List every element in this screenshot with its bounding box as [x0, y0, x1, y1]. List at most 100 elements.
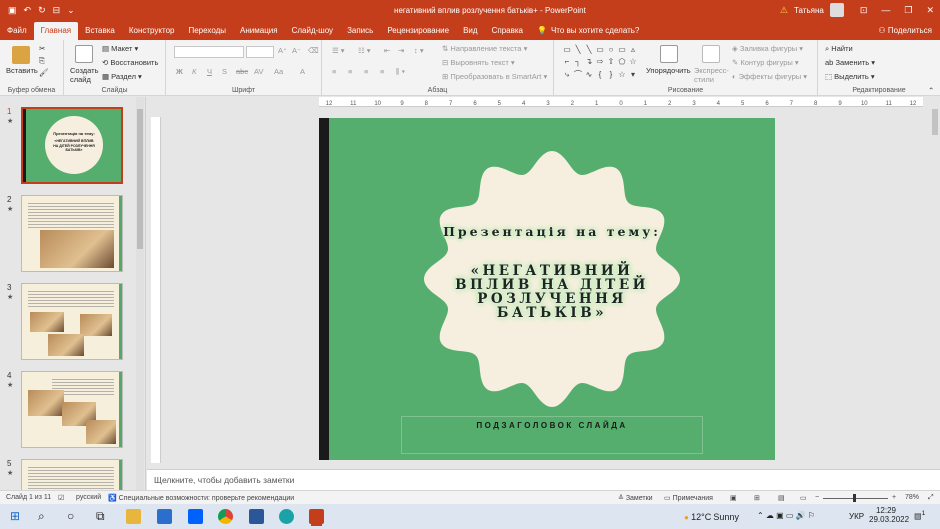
tab-help[interactable]: Справка — [485, 22, 530, 40]
present-icon[interactable]: ⊟ — [53, 5, 61, 16]
align-right-icon[interactable]: ≡ — [364, 67, 368, 76]
tab-home[interactable]: Главная — [33, 22, 79, 40]
clock[interactable]: 12:29 29.03.2022 — [869, 506, 909, 524]
paste-button[interactable]: Вставить — [6, 66, 38, 75]
slide-sorter-icon[interactable]: ⊞ — [754, 494, 760, 502]
user-name[interactable]: Татьяна — [794, 6, 824, 15]
font-name-combo[interactable] — [174, 46, 244, 58]
clear-format-icon[interactable]: ⌫ — [308, 46, 319, 55]
collapse-ribbon-icon[interactable]: ⌃ — [928, 86, 934, 95]
cut-icon[interactable]: ✂ — [39, 44, 45, 53]
customize-icon[interactable]: ⌄ — [67, 5, 75, 16]
shapes-gallery[interactable]: ▭ ╲ ╲ ▭ ○ ▭ ▵ ⌐ ┐ ↴ ⇨ ⇧ ⬠ ☆ ⤷ ⌒ ∿{} ☆ ▾ — [562, 44, 636, 80]
zoom-slider-thumb[interactable] — [853, 494, 856, 502]
thumbnails-scrollbar[interactable] — [136, 97, 144, 490]
word-icon[interactable] — [249, 509, 264, 524]
mail-icon[interactable] — [157, 509, 172, 524]
fit-slide-icon[interactable]: ⤢ — [928, 494, 934, 502]
new-slide-icon[interactable] — [75, 45, 93, 63]
undo-icon[interactable]: ↶ — [24, 5, 32, 16]
font-color-button[interactable]: A — [300, 67, 305, 76]
font-size-combo[interactable] — [246, 46, 274, 58]
warning-icon[interactable]: ⚠ — [780, 5, 788, 16]
powerpoint-icon[interactable] — [309, 509, 324, 524]
close-icon[interactable]: ✕ — [926, 5, 934, 16]
notes-button[interactable]: ≙ Заметки — [618, 494, 653, 502]
notes-pane[interactable]: Щелкните, чтобы добавить заметки — [147, 469, 940, 490]
strikethrough-icon[interactable]: abc — [236, 67, 248, 76]
char-spacing-button[interactable]: AV — [254, 67, 263, 76]
new-slide-button[interactable]: Создать слайд — [70, 66, 100, 84]
align-text-button[interactable]: ⊟ Выровнять текст ▾ — [442, 58, 515, 67]
find-button[interactable]: ⌕ Найти — [825, 44, 853, 54]
ribbon-display-icon[interactable]: ⊡ — [860, 5, 868, 16]
shadow-button[interactable]: S — [222, 67, 227, 76]
select-button[interactable]: ⬚ Выделить ▾ — [825, 72, 875, 81]
slideshow-icon[interactable]: ▭ — [800, 494, 807, 502]
replace-button[interactable]: ab Заменить ▾ — [825, 58, 875, 67]
avatar[interactable] — [829, 3, 844, 17]
underline-button[interactable]: Ч — [207, 67, 212, 76]
arrange-icon[interactable] — [660, 45, 678, 63]
tab-insert[interactable]: Вставка — [78, 22, 122, 40]
chrome-icon[interactable] — [218, 509, 233, 524]
comments-button[interactable]: ▭ Примечания — [664, 494, 713, 502]
share-button[interactable]: ⚇ Поделиться — [878, 22, 940, 40]
redo-icon[interactable]: ↻ — [38, 5, 46, 16]
reading-view-icon[interactable]: ▤ — [778, 494, 785, 502]
tab-animations[interactable]: Анимация — [233, 22, 285, 40]
zoom-in-icon[interactable]: + — [892, 494, 896, 501]
maximize-icon[interactable]: ❐ — [904, 5, 912, 16]
editor-scrollbar[interactable] — [930, 97, 940, 465]
layout-button[interactable]: ▤ Макет ▾ — [102, 44, 138, 53]
format-painter-icon[interactable]: 🖌 — [39, 68, 49, 77]
save-icon[interactable]: ▣ — [8, 5, 17, 16]
columns-icon[interactable]: ⫼ ▾ — [396, 67, 405, 77]
weather-widget[interactable]: ● 12°C Sunny — [684, 512, 739, 522]
shape-fill-button[interactable]: ◈ Заливка фигуры ▾ — [732, 44, 803, 53]
tray-icons[interactable]: ⌃ ☁ ▣ ▭ 🔊 ⚐ — [757, 511, 815, 520]
grow-font-icon[interactable]: A⁺ — [278, 46, 287, 55]
file-explorer-icon[interactable] — [126, 509, 141, 524]
slide-title[interactable]: «НЕГАТИВНИЙ ВПЛИВ НА ДІТЕЙ РОЗЛУЧЕННЯ БА… — [431, 264, 673, 320]
section-button[interactable]: ▦ Раздел ▾ — [102, 72, 142, 81]
tell-me-box[interactable]: 💡 Что вы хотите сделать? — [530, 22, 646, 40]
tab-transitions[interactable]: Переходы — [181, 22, 233, 40]
accessibility-button[interactable]: ♿ Специальные возможности: проверьте рек… — [108, 494, 294, 502]
dropbox-icon[interactable] — [188, 509, 203, 524]
decrease-indent-icon[interactable]: ⇤ — [384, 46, 390, 55]
windows-start-icon[interactable]: ⊞ — [10, 509, 20, 524]
edge-icon[interactable] — [279, 509, 294, 524]
normal-view-icon[interactable]: ▣ — [730, 494, 737, 502]
current-slide[interactable]: Презентація на тему: «НЕГАТИВНИЙ ВПЛИВ Н… — [319, 118, 775, 460]
quick-styles-icon[interactable] — [702, 45, 720, 63]
tab-review[interactable]: Рецензирование — [380, 22, 456, 40]
notifications-button[interactable]: ▤1 — [914, 510, 925, 521]
bold-button[interactable]: Ж — [176, 67, 183, 76]
change-case-button[interactable]: Aa — [274, 67, 283, 76]
task-view-icon[interactable]: ⧉ — [96, 509, 105, 524]
paste-icon[interactable] — [12, 46, 30, 64]
quick-styles-button[interactable]: Экспресс-стили — [694, 66, 729, 84]
shrink-font-icon[interactable]: A⁻ — [292, 46, 301, 55]
numbering-icon[interactable]: ☷ ▾ — [358, 46, 371, 55]
shape-effects-button[interactable]: ◐ Эффекты фигуры ▾ — [732, 72, 807, 81]
subtitle-placeholder[interactable]: ПОДЗАГОЛОВОК СЛАЙДА — [401, 416, 703, 454]
spellcheck-icon[interactable]: ☑ — [58, 494, 64, 502]
cortana-icon[interactable]: ○ — [67, 509, 74, 524]
tab-slideshow[interactable]: Слайд-шоу — [285, 22, 340, 40]
tab-file[interactable]: Файл — [0, 22, 34, 40]
presentation-topic-label[interactable]: Презентація на тему: — [421, 224, 683, 239]
zoom-level[interactable]: 78% — [905, 494, 919, 501]
reset-button[interactable]: ⟲ Восстановить — [102, 58, 158, 67]
align-left-icon[interactable]: ≡ — [332, 67, 336, 76]
zoom-out-icon[interactable]: − — [815, 494, 819, 501]
justify-icon[interactable]: ≡ — [380, 67, 384, 76]
text-direction-button[interactable]: ⇅ Направление текста ▾ — [442, 44, 527, 53]
tab-view[interactable]: Вид — [456, 22, 484, 40]
tab-record[interactable]: Запись — [340, 22, 380, 40]
arrange-button[interactable]: Упорядочить — [646, 66, 691, 75]
line-spacing-icon[interactable]: ↕ ▾ — [414, 46, 424, 55]
align-center-icon[interactable]: ≡ — [348, 67, 352, 76]
language-indicator[interactable]: русский — [76, 494, 101, 501]
